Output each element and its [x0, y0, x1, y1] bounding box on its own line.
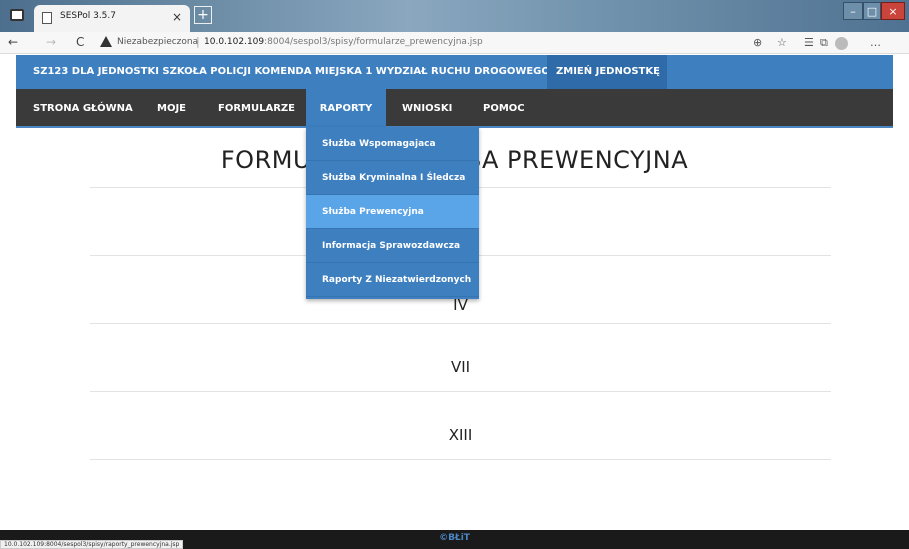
menu-item-unapproved-reports[interactable]: Raporty Z Niezatwierdzonych [306, 263, 479, 297]
list-item-label: VII [450, 358, 471, 376]
menu-item-prevention-service[interactable]: Służba Prewencyjna [306, 195, 479, 229]
list-item[interactable]: VII [90, 324, 831, 392]
page-icon [42, 12, 52, 24]
list-item-label: XIII [448, 426, 473, 444]
change-unit-button[interactable]: ZMIEŃ JEDNOSTKĘ [547, 55, 667, 89]
favorites-list-icon[interactable]: ☰ [804, 36, 814, 49]
warning-icon[interactable] [100, 36, 112, 47]
window-menu-icon[interactable] [10, 9, 24, 21]
tab-close-icon[interactable]: × [172, 10, 182, 24]
forward-icon[interactable]: → [46, 35, 56, 49]
menu-item-criminal-service[interactable]: Służba Kryminalna I Śledcza [306, 161, 479, 195]
browser-tab[interactable]: SESPol 3.5.7 × [34, 5, 190, 32]
more-icon[interactable]: … [870, 36, 881, 49]
collections-icon[interactable]: ⧉ [820, 36, 828, 50]
change-unit-label: ZMIEŃ JEDNOSTKĘ [556, 66, 660, 77]
url-path: :8004/sespol3/spisy/formularze_prewencyj… [264, 37, 483, 47]
window-titlebar: SESPol 3.5.7 × + – □ × [0, 0, 909, 32]
unit-name: SZ123 DLA JEDNOSTKI SZKOŁA POLICJI KOMEN… [33, 66, 550, 77]
menu-item-support-service[interactable]: Służba Wspomagajaca [306, 127, 479, 161]
favorite-icon[interactable]: ☆ [777, 36, 787, 49]
address-bar: ← → C Niezabezpieczona | 10.0.102.109:80… [0, 32, 909, 54]
profile-avatar[interactable] [835, 37, 848, 50]
menu-item-reporting-info[interactable]: Informacja Sprawozdawcza [306, 229, 479, 263]
list-item[interactable]: XIII [90, 392, 831, 460]
status-bar-url: 10.0.102.109:8004/sespol3/spisy/raporty_… [0, 540, 184, 549]
url-host: 10.0.102.109 [204, 37, 265, 47]
unit-header: SZ123 DLA JEDNOSTKI SZKOŁA POLICJI KOMEN… [16, 55, 893, 89]
new-tab-button[interactable]: + [194, 6, 212, 24]
reports-dropdown: Służba Wspomagajaca Służba Kryminalna I … [306, 127, 479, 299]
insecure-label[interactable]: Niezabezpieczona [117, 37, 198, 47]
tab-title: SESPol 3.5.7 [60, 11, 116, 21]
back-icon[interactable]: ← [8, 35, 18, 49]
zoom-icon[interactable]: ⊕ [753, 36, 762, 49]
refresh-icon[interactable]: C [76, 35, 84, 49]
close-window-button[interactable]: × [881, 2, 905, 20]
minimize-button[interactable]: – [843, 2, 863, 20]
maximize-button[interactable]: □ [863, 2, 881, 20]
url-field[interactable]: 10.0.102.109:8004/sespol3/spisy/formular… [204, 37, 483, 47]
url-separator: | [196, 35, 200, 48]
